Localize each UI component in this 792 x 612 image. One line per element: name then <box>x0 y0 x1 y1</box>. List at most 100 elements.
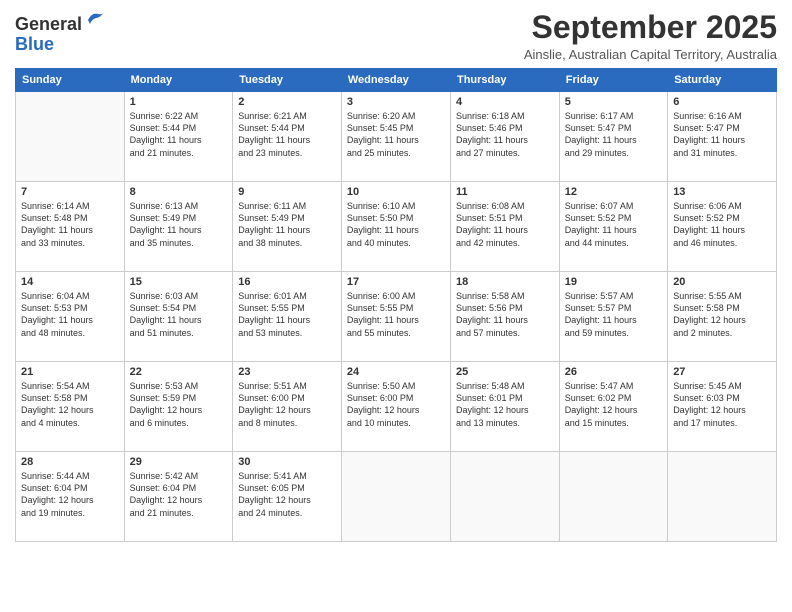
day-info: Sunrise: 6:17 AMSunset: 5:47 PMDaylight:… <box>565 110 662 159</box>
day-of-week-header: Thursday <box>450 69 559 92</box>
day-info: Sunrise: 5:41 AMSunset: 6:05 PMDaylight:… <box>238 470 336 519</box>
calendar-cell <box>341 452 450 542</box>
day-number: 30 <box>238 456 336 468</box>
logo-blue: Blue <box>15 34 54 54</box>
day-info: Sunrise: 5:45 AMSunset: 6:03 PMDaylight:… <box>673 380 771 429</box>
logo-general: General <box>15 14 82 34</box>
location-subtitle: Ainslie, Australian Capital Territory, A… <box>524 47 777 62</box>
day-info: Sunrise: 6:21 AMSunset: 5:44 PMDaylight:… <box>238 110 336 159</box>
calendar-header-row: SundayMondayTuesdayWednesdayThursdayFrid… <box>16 69 777 92</box>
logo-bird-icon <box>84 10 106 30</box>
day-number: 3 <box>347 96 445 108</box>
day-info: Sunrise: 6:22 AMSunset: 5:44 PMDaylight:… <box>130 110 228 159</box>
day-info: Sunrise: 5:53 AMSunset: 5:59 PMDaylight:… <box>130 380 228 429</box>
calendar-cell: 17 Sunrise: 6:00 AMSunset: 5:55 PMDayligh… <box>341 272 450 362</box>
day-number: 4 <box>456 96 554 108</box>
calendar-cell: 8 Sunrise: 6:13 AMSunset: 5:49 PMDaylight… <box>124 182 233 272</box>
day-number: 5 <box>565 96 662 108</box>
day-number: 7 <box>21 186 119 198</box>
calendar-cell: 3Sunrise: 6:20 AMSunset: 5:45 PMDaylight… <box>341 92 450 182</box>
day-info: Sunrise: 5:51 AMSunset: 6:00 PMDaylight:… <box>238 380 336 429</box>
day-info: Sunrise: 5:42 AMSunset: 6:04 PMDaylight:… <box>130 470 228 519</box>
day-number: 15 <box>130 276 228 288</box>
calendar-cell: 7 Sunrise: 6:14 AMSunset: 5:48 PMDaylight… <box>16 182 125 272</box>
calendar-cell: 6 Sunrise: 6:16 AMSunset: 5:47 PMDaylight… <box>668 92 777 182</box>
day-number: 26 <box>565 366 662 378</box>
day-info: Sunrise: 6:10 AMSunset: 5:50 PMDaylight:… <box>347 200 445 249</box>
calendar-cell: 13 Sunrise: 6:06 AMSunset: 5:52 PMDayligh… <box>668 182 777 272</box>
calendar-cell <box>668 452 777 542</box>
day-info: Sunrise: 6:13 AMSunset: 5:49 PMDaylight:… <box>130 200 228 249</box>
calendar-cell: 5 Sunrise: 6:17 AMSunset: 5:47 PMDaylight… <box>559 92 667 182</box>
day-of-week-header: Sunday <box>16 69 125 92</box>
calendar-cell: 4 Sunrise: 6:18 AMSunset: 5:46 PMDaylight… <box>450 92 559 182</box>
day-number: 17 <box>347 276 445 288</box>
calendar-week-row: 28 Sunrise: 5:44 AMSunset: 6:04 PMDayligh… <box>16 452 777 542</box>
day-of-week-header: Tuesday <box>233 69 342 92</box>
day-info: Sunrise: 6:18 AMSunset: 5:46 PMDaylight:… <box>456 110 554 159</box>
calendar-cell: 27Sunrise: 5:45 AMSunset: 6:03 PMDayligh… <box>668 362 777 452</box>
day-number: 9 <box>238 186 336 198</box>
day-number: 2 <box>238 96 336 108</box>
day-number: 13 <box>673 186 771 198</box>
day-of-week-header: Monday <box>124 69 233 92</box>
day-info: Sunrise: 5:54 AMSunset: 5:58 PMDaylight:… <box>21 380 119 429</box>
calendar-cell: 12 Sunrise: 6:07 AMSunset: 5:52 PMDayligh… <box>559 182 667 272</box>
day-info: Sunrise: 5:48 AMSunset: 6:01 PMDaylight:… <box>456 380 554 429</box>
day-number: 6 <box>673 96 771 108</box>
calendar-cell: 21 Sunrise: 5:54 AMSunset: 5:58 PMDayligh… <box>16 362 125 452</box>
day-number: 24 <box>347 366 445 378</box>
calendar-cell: 24 Sunrise: 5:50 AMSunset: 6:00 PMDayligh… <box>341 362 450 452</box>
day-of-week-header: Saturday <box>668 69 777 92</box>
day-of-week-header: Wednesday <box>341 69 450 92</box>
calendar-cell: 2 Sunrise: 6:21 AMSunset: 5:44 PMDaylight… <box>233 92 342 182</box>
calendar-cell: 18Sunrise: 5:58 AMSunset: 5:56 PMDayligh… <box>450 272 559 362</box>
day-info: Sunrise: 5:47 AMSunset: 6:02 PMDaylight:… <box>565 380 662 429</box>
calendar-cell: 14 Sunrise: 6:04 AMSunset: 5:53 PMDayligh… <box>16 272 125 362</box>
day-info: Sunrise: 5:44 AMSunset: 6:04 PMDaylight:… <box>21 470 119 519</box>
day-number: 22 <box>130 366 228 378</box>
day-info: Sunrise: 6:16 AMSunset: 5:47 PMDaylight:… <box>673 110 771 159</box>
day-info: Sunrise: 6:11 AMSunset: 5:49 PMDaylight:… <box>238 200 336 249</box>
day-number: 1 <box>130 96 228 108</box>
day-number: 19 <box>565 276 662 288</box>
day-info: Sunrise: 6:01 AMSunset: 5:55 PMDaylight:… <box>238 290 336 339</box>
calendar-cell: 30 Sunrise: 5:41 AMSunset: 6:05 PMDayligh… <box>233 452 342 542</box>
day-number: 28 <box>21 456 119 468</box>
logo: General Blue <box>15 14 106 55</box>
day-info: Sunrise: 6:03 AMSunset: 5:54 PMDaylight:… <box>130 290 228 339</box>
day-number: 16 <box>238 276 336 288</box>
day-number: 23 <box>238 366 336 378</box>
day-info: Sunrise: 6:00 AMSunset: 5:55 PMDaylight:… <box>347 290 445 339</box>
day-number: 12 <box>565 186 662 198</box>
day-number: 25 <box>456 366 554 378</box>
calendar-cell: 1 Sunrise: 6:22 AMSunset: 5:44 PMDaylight… <box>124 92 233 182</box>
day-number: 10 <box>347 186 445 198</box>
day-info: Sunrise: 5:55 AMSunset: 5:58 PMDaylight:… <box>673 290 771 339</box>
calendar-cell: 22 Sunrise: 5:53 AMSunset: 5:59 PMDayligh… <box>124 362 233 452</box>
calendar-cell: 28 Sunrise: 5:44 AMSunset: 6:04 PMDayligh… <box>16 452 125 542</box>
calendar-cell: 9 Sunrise: 6:11 AMSunset: 5:49 PMDaylight… <box>233 182 342 272</box>
day-info: Sunrise: 5:50 AMSunset: 6:00 PMDaylight:… <box>347 380 445 429</box>
calendar-cell: 20Sunrise: 5:55 AMSunset: 5:58 PMDayligh… <box>668 272 777 362</box>
calendar-cell: 26 Sunrise: 5:47 AMSunset: 6:02 PMDayligh… <box>559 362 667 452</box>
day-info: Sunrise: 5:58 AMSunset: 5:56 PMDaylight:… <box>456 290 554 339</box>
calendar-cell: 29 Sunrise: 5:42 AMSunset: 6:04 PMDayligh… <box>124 452 233 542</box>
calendar-table: SundayMondayTuesdayWednesdayThursdayFrid… <box>15 68 777 542</box>
day-number: 29 <box>130 456 228 468</box>
day-info: Sunrise: 6:06 AMSunset: 5:52 PMDaylight:… <box>673 200 771 249</box>
month-title: September 2025 <box>524 10 777 45</box>
day-number: 11 <box>456 186 554 198</box>
day-info: Sunrise: 6:04 AMSunset: 5:53 PMDaylight:… <box>21 290 119 339</box>
day-info: Sunrise: 6:14 AMSunset: 5:48 PMDaylight:… <box>21 200 119 249</box>
calendar-cell: 25 Sunrise: 5:48 AMSunset: 6:01 PMDayligh… <box>450 362 559 452</box>
calendar-cell: 10 Sunrise: 6:10 AMSunset: 5:50 PMDayligh… <box>341 182 450 272</box>
calendar-cell: 16 Sunrise: 6:01 AMSunset: 5:55 PMDayligh… <box>233 272 342 362</box>
calendar-cell: 19 Sunrise: 5:57 AMSunset: 5:57 PMDayligh… <box>559 272 667 362</box>
day-number: 14 <box>21 276 119 288</box>
day-number: 21 <box>21 366 119 378</box>
day-info: Sunrise: 6:07 AMSunset: 5:52 PMDaylight:… <box>565 200 662 249</box>
header: General Blue September 2025 Ainslie, Aus… <box>15 10 777 62</box>
day-number: 8 <box>130 186 228 198</box>
day-info: Sunrise: 5:57 AMSunset: 5:57 PMDaylight:… <box>565 290 662 339</box>
